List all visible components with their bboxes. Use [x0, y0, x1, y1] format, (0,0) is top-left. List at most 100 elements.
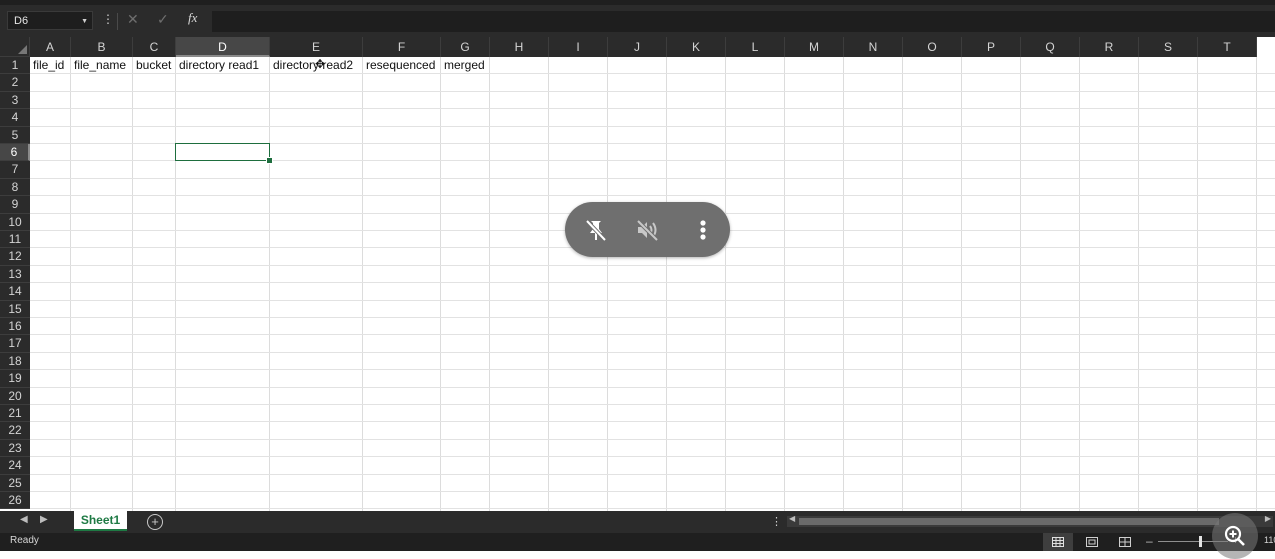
- row-header-8[interactable]: 8: [0, 178, 30, 197]
- horizontal-scrollbar[interactable]: ◀ ▶: [787, 514, 1273, 527]
- row-header-5[interactable]: 5: [0, 126, 30, 144]
- cell-c1[interactable]: bucket: [133, 57, 171, 74]
- mouse-cursor-icon: ✥: [315, 57, 326, 71]
- cell-g1[interactable]: merged: [441, 57, 485, 74]
- column-header-p[interactable]: P: [962, 37, 1021, 57]
- row-header-21[interactable]: 21: [0, 405, 30, 423]
- column-header-i[interactable]: I: [549, 37, 608, 57]
- row-header-4[interactable]: 4: [0, 109, 30, 127]
- column-header-h[interactable]: H: [490, 37, 549, 57]
- formula-bar: D6 ▼ ⋮ ✕ ✓ fx: [0, 5, 1275, 37]
- mute-button[interactable]: [622, 202, 672, 257]
- row-header-23[interactable]: 23: [0, 439, 30, 458]
- row-header-9[interactable]: 9: [0, 196, 30, 214]
- prev-sheet-icon[interactable]: ◀: [20, 514, 28, 525]
- column-header-q[interactable]: Q: [1021, 37, 1080, 57]
- cell-d1[interactable]: directory read1: [176, 57, 259, 74]
- next-sheet-icon[interactable]: ▶: [40, 514, 48, 525]
- row-header-22[interactable]: 22: [0, 422, 30, 440]
- insert-function-icon[interactable]: fx: [188, 10, 197, 26]
- gridline-horizontal: [30, 195, 1275, 197]
- select-all-corner[interactable]: [0, 37, 30, 57]
- column-header-t[interactable]: T: [1198, 37, 1257, 57]
- column-header-m[interactable]: M: [785, 37, 844, 57]
- gridline-horizontal: [30, 90, 1275, 92]
- cell-area[interactable]: file_id file_name bucket directory read1 dir…: [30, 57, 1275, 511]
- gridline-horizontal: [30, 108, 1275, 110]
- row-header-6[interactable]: 6: [0, 144, 30, 162]
- sheet-tab-sheet1[interactable]: Sheet1: [74, 511, 127, 531]
- spreadsheet-grid: ABCDEFGHIJKLMNOPQRST 1 2 3 4 5 6 7 8 9 10 11 12 13 14…: [0, 37, 1275, 511]
- gridline-horizontal: [30, 473, 1275, 475]
- scroll-right-icon[interactable]: ▶: [1265, 514, 1271, 523]
- row-header-16[interactable]: 16: [0, 318, 30, 336]
- row-header-24[interactable]: 24: [0, 457, 30, 475]
- zoom-magnifier-icon: [1224, 525, 1245, 546]
- column-header-g[interactable]: G: [441, 37, 490, 57]
- zoom-level[interactable]: 110: [1264, 535, 1275, 545]
- active-cell[interactable]: [175, 143, 270, 162]
- sheet-tab-bar: ◀ ▶ Sheet1 + ⋮ ◀ ▶: [0, 511, 1275, 533]
- column-header-d[interactable]: D: [176, 37, 270, 57]
- enter-check-icon[interactable]: ✓: [157, 11, 169, 28]
- cell-a1[interactable]: file_id: [30, 57, 64, 74]
- column-header-k[interactable]: K: [667, 37, 726, 57]
- formula-input[interactable]: [212, 11, 1275, 32]
- vertical-ellipsis-icon[interactable]: ⋮: [102, 12, 114, 26]
- name-box[interactable]: D6 ▼: [7, 11, 93, 30]
- column-header-b[interactable]: B: [71, 37, 133, 57]
- row-header-17[interactable]: 17: [0, 335, 30, 353]
- column-header-o[interactable]: O: [903, 37, 962, 57]
- column-header-n[interactable]: N: [844, 37, 903, 57]
- row-header-7[interactable]: 7: [0, 161, 30, 179]
- cell-b1[interactable]: file_name: [71, 57, 126, 74]
- vertical-ellipsis-icon: [700, 219, 706, 240]
- row-header-1[interactable]: 1: [0, 57, 30, 75]
- row-header-11[interactable]: 11: [0, 231, 30, 249]
- row-header-10[interactable]: 10: [0, 213, 30, 231]
- row-header-13[interactable]: 13: [0, 265, 30, 284]
- column-header-c[interactable]: C: [133, 37, 176, 57]
- tab-bar-options-icon[interactable]: ⋮: [771, 515, 782, 528]
- magnifier-button[interactable]: [1212, 513, 1258, 559]
- add-sheet-icon[interactable]: +: [147, 514, 163, 530]
- gridline-horizontal: [30, 351, 1275, 353]
- unpin-button[interactable]: [571, 202, 621, 257]
- column-header-e[interactable]: E: [270, 37, 363, 57]
- gridline-horizontal: [30, 299, 1275, 301]
- column-header-s[interactable]: S: [1139, 37, 1198, 57]
- column-header-r[interactable]: R: [1080, 37, 1139, 57]
- column-header-f[interactable]: F: [363, 37, 441, 57]
- zoom-out-button[interactable]: –: [1146, 534, 1153, 548]
- horizontal-scroll-thumb[interactable]: [799, 518, 1219, 525]
- row-header-2[interactable]: 2: [0, 74, 30, 92]
- fill-handle[interactable]: [266, 157, 273, 165]
- row-header-26[interactable]: 26: [0, 492, 30, 510]
- gridline-horizontal: [30, 438, 1275, 440]
- select-all-icon: [18, 45, 27, 54]
- row-header-18[interactable]: 18: [0, 352, 30, 371]
- row-header-15[interactable]: 15: [0, 300, 30, 318]
- row-header-14[interactable]: 14: [0, 283, 30, 301]
- row-header-3[interactable]: 3: [0, 91, 30, 110]
- gridline-horizontal: [30, 421, 1275, 423]
- page-break-preview-icon: [1119, 537, 1131, 547]
- row-header-12[interactable]: 12: [0, 248, 30, 266]
- cell-f1[interactable]: resequenced: [363, 57, 435, 74]
- cancel-icon[interactable]: ✕: [127, 11, 139, 28]
- column-header-j[interactable]: J: [608, 37, 667, 57]
- column-header-a[interactable]: A: [30, 37, 71, 57]
- more-options-button[interactable]: [678, 202, 728, 257]
- cell-e1[interactable]: directory read2: [270, 57, 353, 74]
- zoom-slider-thumb[interactable]: [1199, 536, 1202, 547]
- row-header-25[interactable]: 25: [0, 474, 30, 492]
- row-header-19[interactable]: 19: [0, 370, 30, 388]
- normal-view-button[interactable]: [1043, 533, 1073, 551]
- row-header-20[interactable]: 20: [0, 387, 30, 405]
- scroll-left-icon[interactable]: ◀: [789, 514, 795, 523]
- gridline-horizontal: [30, 386, 1275, 388]
- page-break-view-button[interactable]: [1110, 533, 1140, 551]
- page-layout-view-button[interactable]: [1077, 533, 1107, 551]
- chevron-down-icon[interactable]: ▼: [81, 12, 88, 31]
- column-header-l[interactable]: L: [726, 37, 785, 57]
